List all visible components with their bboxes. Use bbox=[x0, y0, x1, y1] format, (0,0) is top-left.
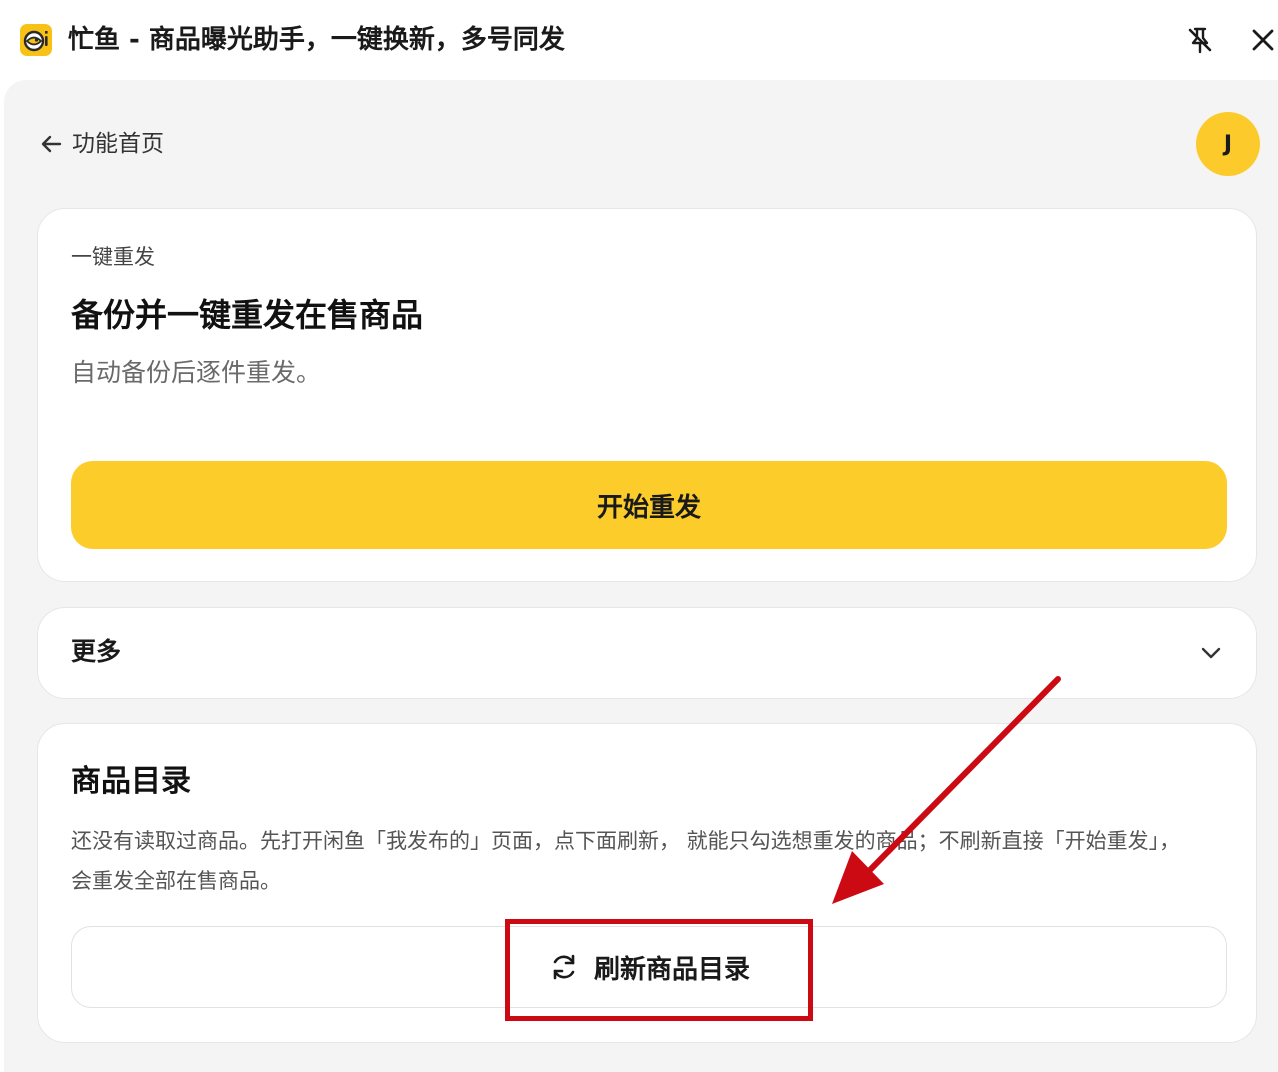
more-accordion[interactable]: 更多 bbox=[37, 607, 1257, 699]
window-title: 忙鱼 - 商品曝光助手，一键换新，多号同发 bbox=[68, 25, 565, 55]
back-to-home-link[interactable]: 功能首页 bbox=[38, 126, 164, 162]
refresh-icon bbox=[553, 954, 575, 980]
user-avatar[interactable]: J bbox=[1196, 112, 1260, 176]
catalog-description: 还没有读取过商品。先打开闲鱼「我发布的」页面，点下面刷新， 就能只勾选想重发的商… bbox=[71, 829, 1181, 893]
catalog-title: 商品目录 bbox=[71, 764, 191, 799]
title-bar: 忙鱼 - 商品曝光助手，一键换新，多号同发 bbox=[0, 0, 1278, 80]
repost-headline: 备份并一键重发在售商品 bbox=[71, 296, 424, 334]
pin-off-icon bbox=[1188, 27, 1212, 54]
more-label: 更多 bbox=[71, 637, 122, 666]
start-repost-button[interactable]: 开始重发 bbox=[71, 461, 1227, 549]
refresh-catalog-label: 刷新商品目录 bbox=[593, 954, 750, 985]
close-icon bbox=[1252, 29, 1274, 51]
pin-off-button[interactable] bbox=[1182, 22, 1218, 58]
main-panel: 功能首页 J 一键重发 备份并一键重发在售商品 自动备份后逐件重发。 开始重发 … bbox=[4, 80, 1278, 1072]
close-button[interactable] bbox=[1245, 22, 1278, 58]
fish-logo-icon bbox=[20, 24, 52, 56]
back-link-label: 功能首页 bbox=[72, 131, 164, 157]
catalog-card: 商品目录 还没有读取过商品。先打开闲鱼「我发布的」页面，点下面刷新， 就能只勾选… bbox=[37, 723, 1257, 1043]
repost-card: 一键重发 备份并一键重发在售商品 自动备份后逐件重发。 开始重发 bbox=[37, 208, 1257, 582]
arrow-left-icon bbox=[41, 135, 62, 153]
refresh-catalog-button[interactable]: 刷新商品目录 bbox=[71, 926, 1227, 1008]
chevron-down-icon bbox=[1201, 647, 1221, 659]
repost-eyebrow: 一键重发 bbox=[71, 245, 155, 269]
repost-subtitle: 自动备份后逐件重发。 bbox=[71, 358, 322, 387]
